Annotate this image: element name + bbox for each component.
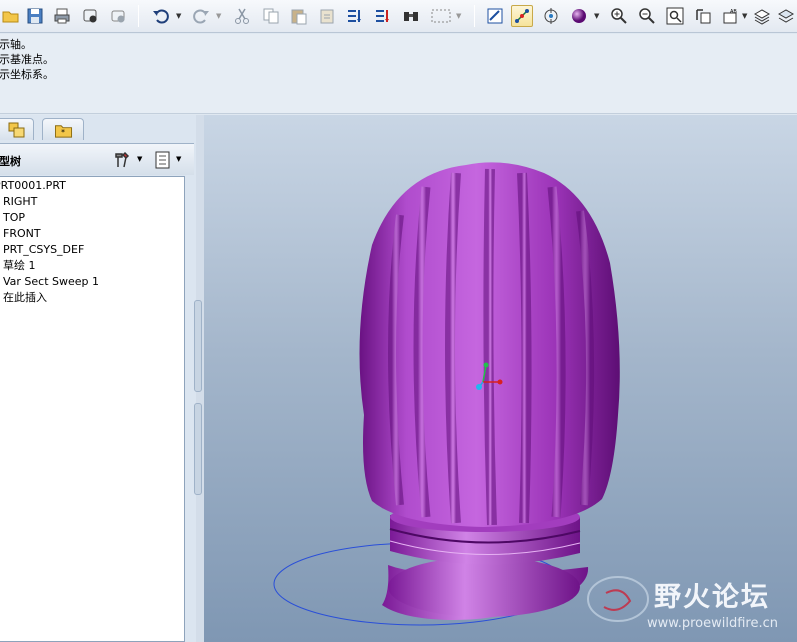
navigator-header: 模型树 ▼ ▼: [0, 143, 194, 175]
open-folder-icon[interactable]: [0, 5, 22, 27]
saved-views-dropdown-icon[interactable]: ▼: [742, 13, 749, 20]
model-tree-tab-icon: [8, 122, 25, 138]
save-icon[interactable]: [24, 5, 46, 27]
svg-text:*: *: [61, 128, 65, 137]
svg-text:AB: AB: [730, 9, 737, 15]
undo-icon[interactable]: [150, 5, 172, 27]
watermark-url: www.proewildfire.cn: [647, 616, 778, 631]
model-tree: PRT0001.PRT RIGHT TOP FRONT PRT_CSYS_DEF…: [0, 176, 185, 642]
regenerate-icon[interactable]: [344, 5, 366, 27]
tree-node-part[interactable]: PRT0001.PRT: [0, 178, 66, 194]
tree-node-insert-here[interactable]: 在此插入: [3, 290, 47, 306]
redo-dropdown-icon[interactable]: ▼: [216, 13, 223, 20]
main-toolbar: ▼ ▼ ▼ ▼ AB ▼: [0, 0, 797, 33]
layers-icon[interactable]: [751, 5, 773, 27]
message-line: 显示轴。: [0, 38, 32, 51]
undo-dropdown-icon[interactable]: ▼: [176, 13, 183, 20]
reorient-icon[interactable]: [692, 5, 714, 27]
layers-extra-icon[interactable]: [775, 5, 797, 27]
show-options-icon[interactable]: [153, 150, 173, 170]
tab-folder-browser[interactable]: *: [42, 118, 84, 140]
print-icon[interactable]: [51, 5, 73, 27]
tree-node-csys[interactable]: PRT_CSYS_DEF: [3, 242, 84, 258]
zoom-in-icon[interactable]: [608, 5, 630, 27]
tab-model-tree[interactable]: [0, 118, 34, 140]
panel-title: 模型树: [0, 155, 21, 168]
send-icon[interactable]: [79, 5, 101, 27]
tree-settings-icon[interactable]: [113, 150, 135, 170]
find-icon[interactable]: [400, 5, 422, 27]
close-window-icon[interactable]: [107, 5, 129, 27]
redraw-icon[interactable]: [484, 5, 506, 27]
paste-icon[interactable]: [288, 5, 310, 27]
regenerate-manager-icon[interactable]: [372, 5, 394, 27]
select-dropdown-icon[interactable]: ▼: [456, 13, 463, 20]
appearance-dropdown-icon[interactable]: ▼: [594, 13, 601, 20]
appearance-icon[interactable]: [568, 5, 590, 27]
redo-icon[interactable]: [190, 5, 212, 27]
copy-icon[interactable]: [260, 5, 282, 27]
tree-node-var-sect-sweep[interactable]: Var Sect Sweep 1: [3, 274, 99, 290]
tree-node-right-plane[interactable]: RIGHT: [3, 194, 37, 210]
watermark-title: 野火论坛: [654, 582, 770, 613]
graphics-window[interactable]: 野火论坛 www.proewildfire.cn: [204, 115, 797, 642]
tree-node-sketch[interactable]: 草绘 1: [3, 258, 36, 274]
select-box-icon[interactable]: [428, 5, 454, 27]
cut-icon[interactable]: [231, 5, 253, 27]
spin-center-icon[interactable]: [511, 5, 533, 27]
sash-grip-upper[interactable]: [194, 300, 202, 392]
paste-special-icon[interactable]: [316, 5, 338, 27]
tree-settings-dropdown-icon[interactable]: ▼: [137, 155, 142, 163]
saved-views-icon[interactable]: AB: [720, 5, 742, 27]
navigator-panel: * 模型树 ▼ ▼ PRT0001.PRT RIGHT TOP FRONT PR…: [0, 115, 196, 642]
zoom-out-icon[interactable]: [636, 5, 658, 27]
orient-icon[interactable]: [540, 5, 562, 27]
show-options-dropdown-icon[interactable]: ▼: [176, 155, 181, 163]
tree-node-top-plane[interactable]: TOP: [3, 210, 25, 226]
folder-tab-icon: *: [55, 125, 73, 138]
sash-grip-lower[interactable]: [194, 403, 202, 495]
message-area: 显示轴。 显示基准点。 显示坐标系。: [0, 34, 797, 114]
model-viewport[interactable]: [204, 115, 797, 642]
message-line: 显示坐标系。: [0, 68, 54, 81]
message-line: 显示基准点。: [0, 53, 54, 66]
tree-node-front-plane[interactable]: FRONT: [3, 226, 41, 242]
refit-icon[interactable]: [664, 5, 686, 27]
